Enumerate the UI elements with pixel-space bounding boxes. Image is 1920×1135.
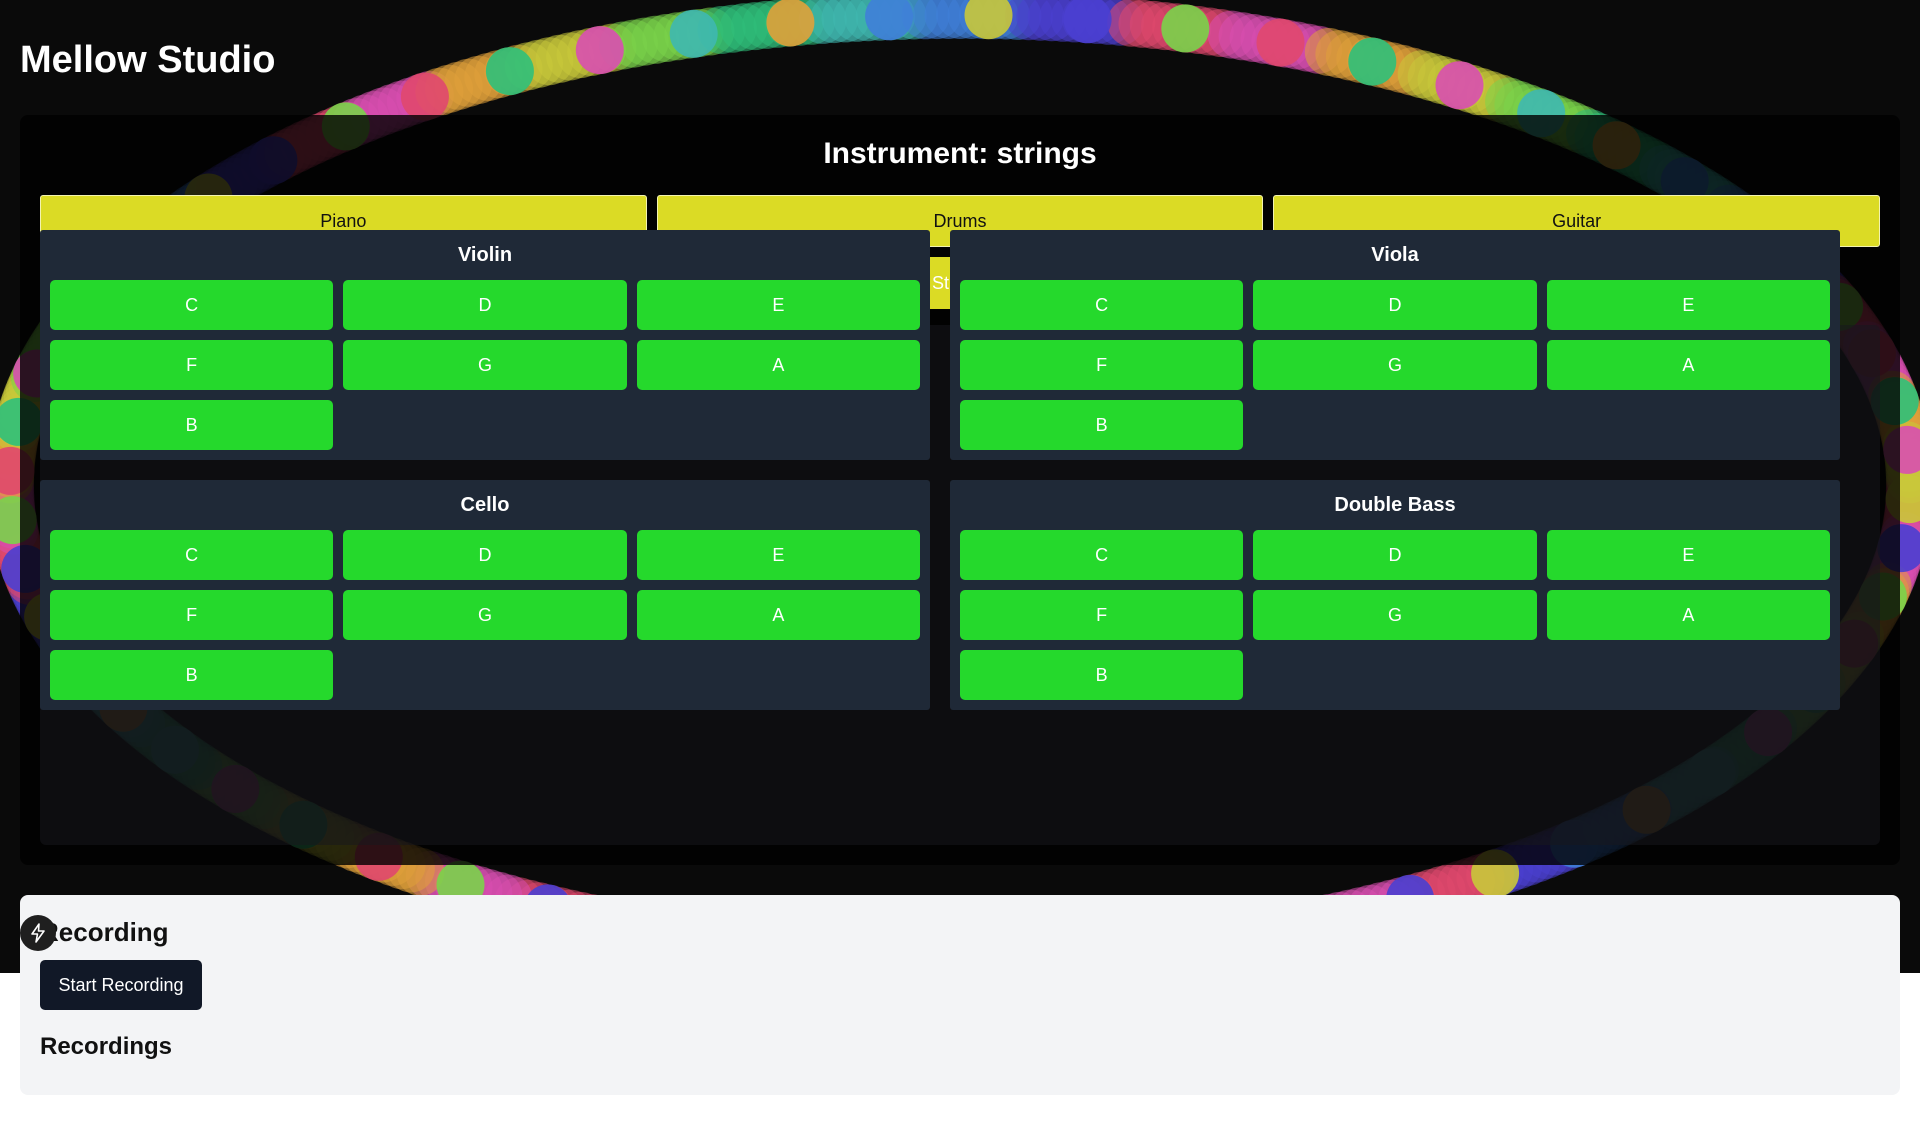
note-button-d[interactable]: D: [343, 280, 627, 330]
string-instruments-grid: Violin C D E F G A B Viola C D E F G A B Cello C D E F G A B Dou…: [40, 230, 1840, 710]
card-title: Viola: [1371, 244, 1419, 266]
recording-heading: Recording: [40, 917, 169, 947]
note-grid: CDE FGA B: [50, 280, 920, 450]
ring-orb: [1161, 4, 1210, 53]
note-button-f[interactable]: F: [50, 340, 334, 390]
note-button-a[interactable]: A: [636, 590, 920, 640]
note-button-g[interactable]: G: [1253, 340, 1537, 390]
bolt-icon[interactable]: [20, 915, 56, 951]
note-button-b[interactable]: B: [960, 650, 1244, 700]
start-recording-button[interactable]: Start Recording: [40, 960, 202, 1010]
note-button-g[interactable]: G: [343, 590, 627, 640]
ring-orb: [1348, 37, 1397, 86]
note-button-c[interactable]: C: [50, 530, 334, 580]
note-button-e[interactable]: E: [1546, 280, 1830, 330]
note-button-e[interactable]: E: [1546, 530, 1830, 580]
note-grid: CDE FGA B: [50, 530, 920, 700]
note-grid: CDE FGA B: [960, 280, 1830, 450]
ring-orb: [766, 0, 815, 47]
note-button-a[interactable]: A: [1546, 340, 1830, 390]
recording-panel: Recording Start Recording Recordings: [20, 895, 1900, 1095]
note-button-c[interactable]: C: [960, 530, 1244, 580]
ring-orb: [485, 47, 534, 96]
cello-card: Cello C D E F G A B: [40, 480, 930, 710]
card-title: Double Bass: [1334, 494, 1456, 516]
violin-card: Violin C D E F G A B: [40, 230, 930, 460]
note-button-b[interactable]: B: [960, 400, 1244, 450]
note-button-e[interactable]: E: [636, 530, 920, 580]
note-button-d[interactable]: D: [1253, 530, 1537, 580]
ring-orb: [1435, 61, 1484, 110]
note-grid: CDE FGA B: [960, 530, 1830, 700]
note-button-a[interactable]: A: [1546, 590, 1830, 640]
note-button-g[interactable]: G: [343, 340, 627, 390]
app-title: Mellow Studio: [20, 39, 276, 81]
note-button-c[interactable]: C: [50, 280, 334, 330]
note-button-c[interactable]: C: [960, 280, 1244, 330]
note-button-f[interactable]: F: [960, 340, 1244, 390]
double-bass-card: Double Bass C D E F G A B: [950, 480, 1840, 710]
recordings-heading: Recordings: [40, 1033, 173, 1060]
note-button-b[interactable]: B: [50, 650, 334, 700]
viola-card: Viola C D E F G A B: [950, 230, 1840, 460]
ring-orb: [400, 72, 449, 121]
note-button-d[interactable]: D: [1253, 280, 1537, 330]
ring-orb: [575, 26, 624, 75]
note-button-f[interactable]: F: [50, 590, 334, 640]
note-button-f[interactable]: F: [960, 590, 1244, 640]
card-title: Violin: [457, 244, 513, 266]
card-title: Cello: [460, 494, 510, 516]
note-button-b[interactable]: B: [50, 400, 334, 450]
note-button-d[interactable]: D: [343, 530, 627, 580]
ring-orb: [669, 9, 718, 58]
note-button-a[interactable]: A: [636, 340, 920, 390]
instrument-heading: Instrument: strings: [823, 137, 1097, 170]
note-button-e[interactable]: E: [636, 280, 920, 330]
note-button-g[interactable]: G: [1253, 590, 1537, 640]
ring-orb: [1256, 18, 1305, 67]
